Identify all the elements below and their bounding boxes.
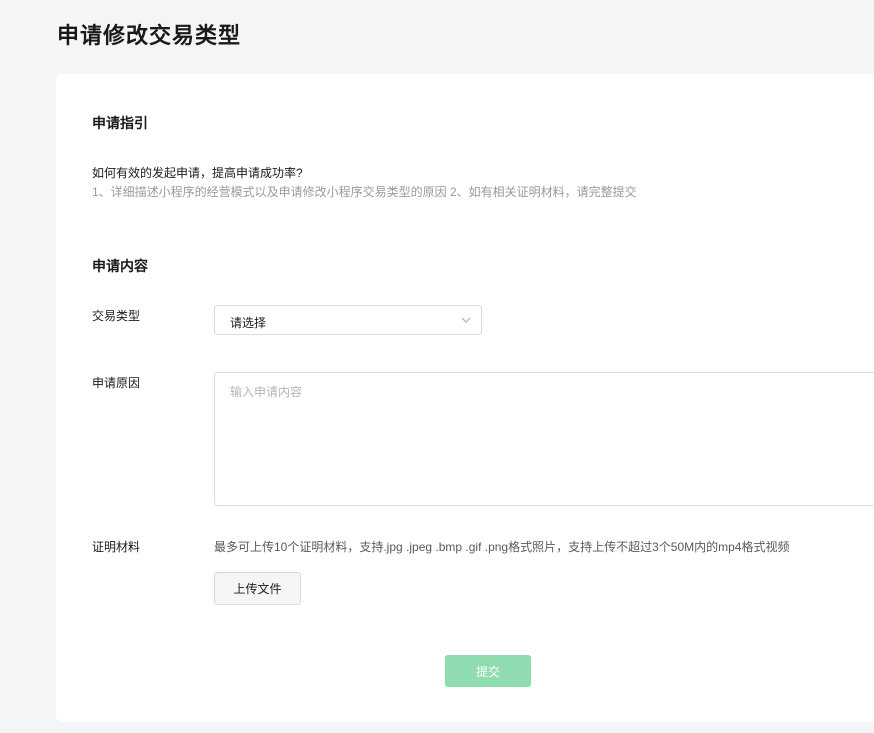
- materials-label: 证明材料: [92, 540, 141, 554]
- upload-file-button[interactable]: 上传文件: [214, 572, 301, 605]
- page-title: 申请修改交易类型: [57, 23, 242, 48]
- content-section-title: 申请内容: [92, 258, 148, 274]
- reason-label: 申请原因: [92, 376, 141, 390]
- chevron-down-icon: [461, 317, 471, 323]
- submit-button[interactable]: 提交: [445, 655, 531, 687]
- trade-type-label: 交易类型: [92, 309, 141, 323]
- trade-type-select[interactable]: 请选择: [214, 305, 482, 335]
- materials-hint: 最多可上传10个证明材料，支持.jpg .jpeg .bmp .gif .png…: [214, 540, 790, 554]
- trade-type-select-value: 请选择: [230, 316, 267, 330]
- guide-tips: 1、详细描述小程序的经营模式以及申请修改小程序交易类型的原因 2、如有相关证明材…: [92, 185, 637, 199]
- form-card: 申请指引 如何有效的发起申请，提高申请成功率? 1、详细描述小程序的经营模式以及…: [56, 74, 874, 722]
- reason-textarea[interactable]: [214, 372, 874, 506]
- guide-section-title: 申请指引: [92, 115, 148, 131]
- guide-question: 如何有效的发起申请，提高申请成功率?: [92, 166, 303, 180]
